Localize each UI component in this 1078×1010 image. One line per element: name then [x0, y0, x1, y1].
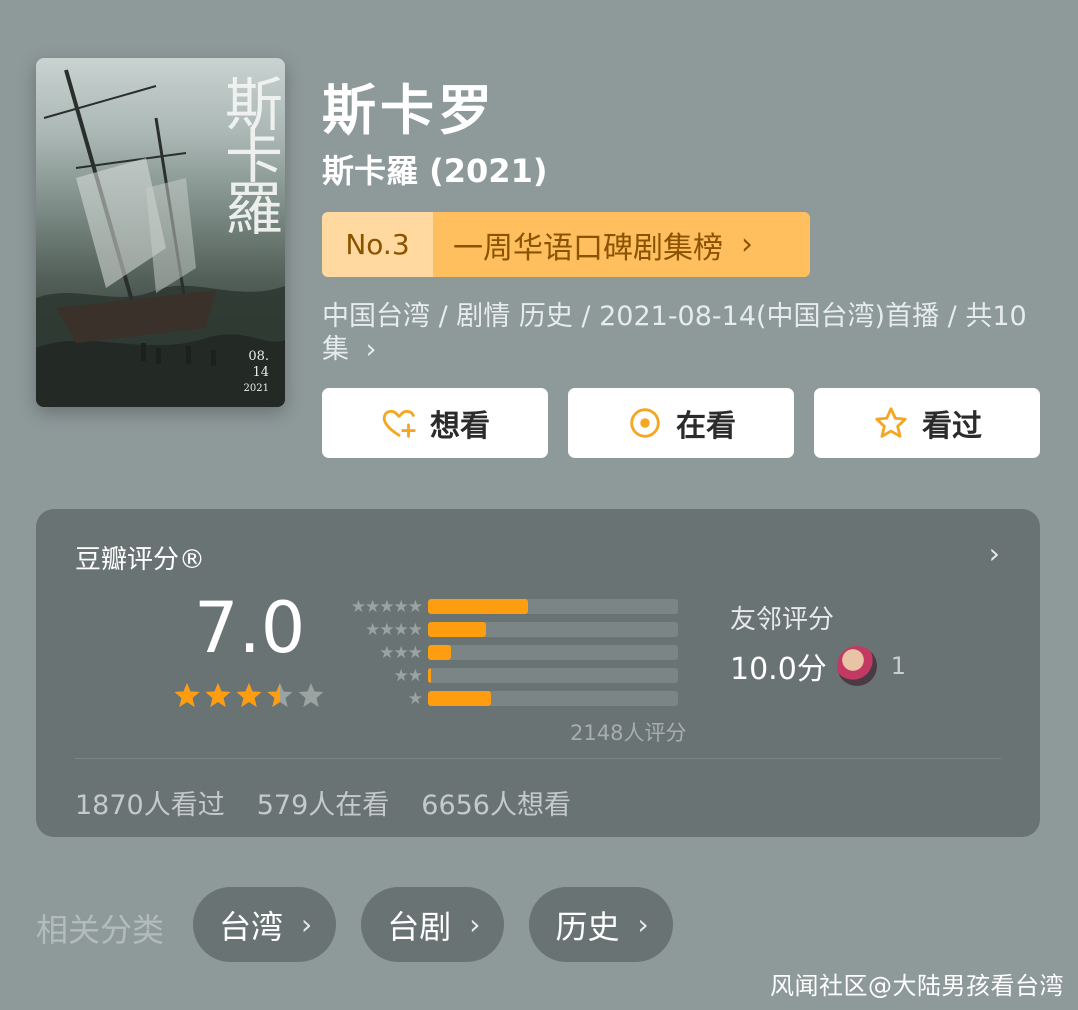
distribution-track	[428, 668, 678, 683]
tag-taiwan-drama[interactable]: 台剧 ›	[361, 887, 505, 962]
watermark: 风闻社区@大陆男孩看台湾	[770, 972, 1064, 1000]
rank-label: 一周华语口碑剧集榜	[453, 230, 723, 266]
distribution-row: ★★★★★	[336, 595, 678, 618]
distribution-row: ★★	[336, 664, 678, 687]
original-title: 斯卡羅 (2021)	[322, 152, 548, 190]
target-circle-icon	[630, 408, 660, 438]
tag-label: 台剧	[387, 907, 452, 946]
poster-image[interactable]: 斯卡羅 08. 14 2021	[36, 58, 285, 407]
chevron-right-icon: ›	[988, 537, 1000, 570]
distribution-row: ★★★	[336, 641, 678, 664]
distribution-stars: ★★★	[379, 642, 423, 663]
distribution-stars: ★★★★	[365, 619, 423, 640]
friend-count: 1	[890, 652, 907, 680]
meta-text: 中国台湾 / 剧情 历史 / 2021-08-14(中国台湾)首播 / 共10集	[322, 301, 1027, 365]
star-icon	[205, 683, 231, 707]
watching-label: 在看	[676, 409, 736, 444]
watched-label: 看过	[922, 409, 982, 444]
friend-rating: 友邻评分 10.0分 1	[730, 599, 906, 688]
star-icon	[174, 683, 200, 707]
divider	[75, 758, 1001, 759]
friend-rating-label: 友邻评分	[730, 605, 835, 635]
chevron-right-icon: ›	[741, 227, 753, 262]
chevron-right-icon: ›	[637, 908, 649, 941]
distribution-bar	[428, 668, 431, 683]
distribution-stars: ★	[407, 688, 423, 709]
want-to-watch-button[interactable]: 想看	[322, 388, 548, 458]
watching-button[interactable]: 在看	[568, 388, 794, 458]
rank-label-wrap: 一周华语口碑剧集榜 ›	[433, 212, 810, 277]
watching-count: 579人在看	[256, 790, 390, 821]
want-to-watch-label: 想看	[430, 409, 490, 444]
distribution-stars: ★★★★★	[350, 596, 423, 617]
page-title: 斯卡罗	[322, 79, 496, 142]
show-meta[interactable]: 中国台湾 / 剧情 历史 / 2021-08-14(中国台湾)首播 / 共10集…	[322, 300, 1042, 366]
chevron-right-icon: ›	[301, 908, 313, 941]
poster-title-art: 斯卡羅	[215, 74, 283, 230]
chevron-right-icon: ›	[469, 908, 481, 941]
tag-history[interactable]: 历史 ›	[529, 887, 673, 962]
watched-count: 1870人看过	[75, 790, 225, 821]
friend-rating-line: 10.0分 1	[730, 644, 906, 688]
star-icon	[236, 683, 262, 707]
distribution-track	[428, 622, 678, 637]
tag-taiwan[interactable]: 台湾 ›	[193, 887, 337, 962]
star-outline-icon	[875, 407, 907, 438]
distribution-stars: ★★	[393, 665, 423, 686]
heart-plus-icon	[382, 409, 416, 438]
distribution-bar	[428, 691, 491, 706]
watched-button[interactable]: 看过	[814, 388, 1040, 458]
distribution-bar	[428, 622, 486, 637]
rating-distribution: ★★★★★ ★★★★ ★★★ ★★ ★	[336, 595, 678, 710]
distribution-row: ★★★★	[336, 618, 678, 641]
wish-count: 6656人想看	[421, 790, 571, 821]
star-icon	[298, 683, 324, 707]
distribution-track	[428, 599, 678, 614]
related-categories-label: 相关分类	[36, 911, 165, 949]
friend-rating-score: 10.0分	[730, 652, 827, 687]
rating-card[interactable]: 豆瓣评分® › 7.0 ★★★★★ ★★★★ ★★★ ★★ ★ 2148人评分 友邻评分…	[36, 509, 1040, 837]
action-buttons: 想看 在看 看过	[322, 388, 1040, 458]
tag-label: 台湾	[219, 907, 284, 946]
distribution-track	[428, 645, 678, 660]
ranking-badge[interactable]: No.3 一周华语口碑剧集榜 ›	[322, 212, 810, 277]
related-tags: 台湾 › 台剧 › 历史 ›	[193, 887, 673, 962]
watch-counts: 1870人看过 579人在看 6656人想看	[75, 783, 571, 822]
poster-date: 08. 14 2021	[243, 349, 269, 394]
rating-title: 豆瓣评分®	[75, 545, 206, 575]
distribution-track	[428, 691, 678, 706]
chevron-right-icon: ›	[365, 334, 377, 365]
distribution-bar	[428, 645, 451, 660]
tag-label: 历史	[555, 907, 620, 946]
distribution-bar	[428, 599, 528, 614]
rating-score: 7.0	[194, 587, 306, 669]
star-icon	[267, 683, 293, 707]
avatar[interactable]	[836, 646, 877, 686]
distribution-row: ★	[336, 687, 678, 710]
rating-total: 2148人评分	[570, 721, 687, 745]
rank-number: No.3	[322, 212, 433, 277]
rating-stars	[172, 681, 326, 711]
